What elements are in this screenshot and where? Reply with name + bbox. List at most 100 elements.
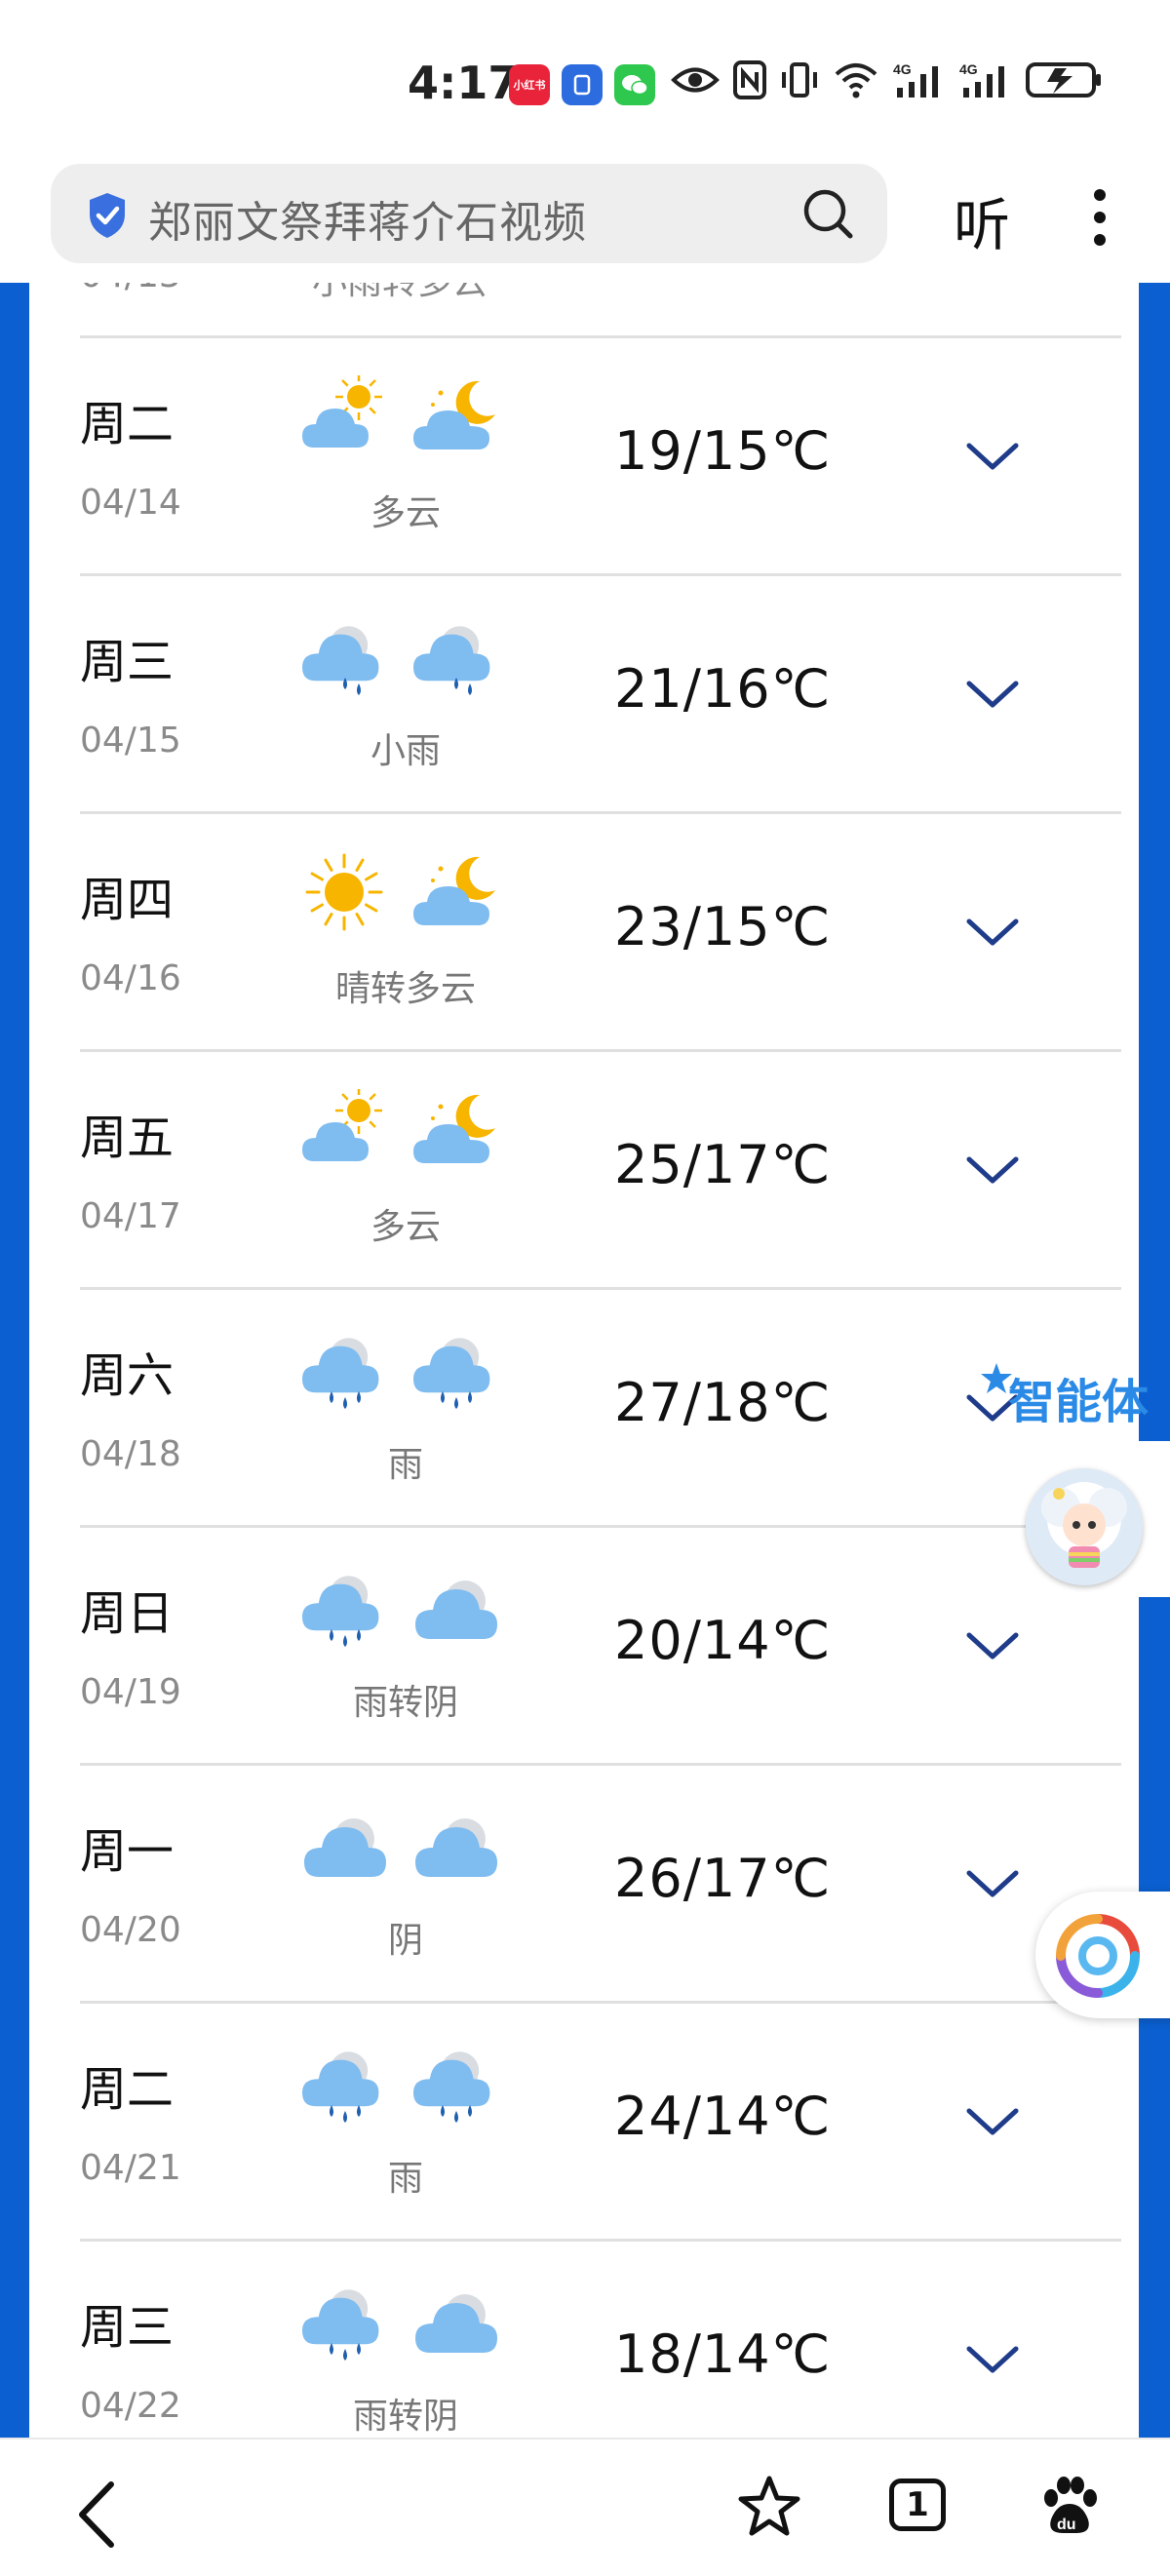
baidu-paw-icon[interactable]: du: [1037, 2475, 1102, 2539]
forecast-weekday: 周二: [80, 397, 175, 451]
forecast-date: 04/21: [80, 2148, 181, 2188]
forecast-condition: 雨: [387, 1445, 423, 1485]
forecast-icons: [300, 1803, 505, 1893]
partly-cloudy-day-icon: [300, 1087, 394, 1179]
chevron-down-icon[interactable]: [965, 678, 1020, 711]
forecast-temperature: 26/17℃: [614, 1848, 832, 1909]
forecast-icons: [300, 2041, 505, 2130]
eye-icon: [671, 67, 720, 93]
forecast-row[interactable]: 周日 04/19 雨转阴 20/14℃: [80, 1525, 1121, 1764]
chevron-down-icon[interactable]: [965, 440, 1020, 473]
partly-cloudy-night-icon: [411, 375, 505, 465]
forecast-weekday: 周五: [80, 1111, 175, 1165]
forecast-row[interactable]: 周一 04/20 阴 26/17℃: [80, 1763, 1121, 2002]
page-frame-left: [0, 283, 29, 2438]
svg-text:du: du: [1057, 2517, 1076, 2533]
agent-avatar[interactable]: [1026, 1468, 1143, 1585]
forecast-temperature: 25/17℃: [614, 1134, 832, 1195]
rain-icon: [300, 2279, 394, 2368]
partly-cloudy-night-icon: [411, 851, 505, 941]
forecast-date: 04/14: [80, 483, 181, 523]
forecast-icons: [300, 1327, 505, 1417]
search-query-text[interactable]: 郑丽文祭拜蒋介石视频: [148, 187, 587, 250]
svg-text:4G: 4G: [893, 61, 912, 77]
baidu-ai-float-button[interactable]: [1035, 1892, 1170, 2018]
rain-icon: [300, 1565, 394, 1655]
back-icon[interactable]: [74, 2480, 119, 2549]
wifi-icon: [835, 63, 878, 98]
cloud-character-icon: [1041, 1482, 1127, 1568]
forecast-temperature: 20/14℃: [614, 1610, 832, 1671]
forecast-row[interactable]: 周三 04/15 小雨 21/16℃: [80, 573, 1121, 812]
forecast-temperature: 24/14℃: [614, 2086, 832, 2147]
notification-app-badges: 小红书: [509, 64, 655, 105]
forecast-condition: 多云: [370, 493, 441, 533]
forecast-icons: [300, 1087, 505, 1179]
forecast-row[interactable]: 周二 04/14 多云 19/15℃: [80, 335, 1121, 574]
forecast-icons: [300, 2279, 505, 2368]
vibrate-icon: [782, 62, 817, 98]
forecast-weekday: 周三: [80, 2300, 175, 2355]
forecast-weekday: 周二: [80, 2062, 175, 2117]
forecast-condition: 雨转阴: [352, 1683, 458, 1723]
forecast-icons: [300, 373, 505, 465]
chevron-down-icon[interactable]: [965, 916, 1020, 949]
overcast-icon: [411, 2279, 505, 2368]
rain-icon: [411, 1327, 505, 1417]
security-app-icon: [562, 64, 603, 105]
search-bar[interactable]: 郑丽文祭拜蒋介石视频: [51, 164, 887, 263]
forecast-temperature: 23/15℃: [614, 896, 832, 957]
chevron-down-icon[interactable]: [965, 1153, 1020, 1187]
forecast-temperature: 21/16℃: [614, 658, 832, 720]
forecast-weekday: 周三: [80, 635, 175, 689]
overcast-icon: [300, 1803, 394, 1893]
status-bar: 4:17 小红书 4G 4G: [0, 0, 1170, 166]
chevron-down-icon[interactable]: [965, 2343, 1020, 2376]
chevron-down-icon[interactable]: [965, 2105, 1020, 2138]
page-frame-right: [1139, 283, 1170, 2438]
forecast-condition: 雨转阴: [352, 2397, 458, 2437]
overcast-icon: [411, 1565, 505, 1655]
bookmark-star-icon[interactable]: [737, 2475, 801, 2539]
partly-cloudy-night-icon: [411, 1089, 505, 1179]
forecast-condition: 小雨: [370, 731, 441, 771]
shield-check-icon: [90, 193, 125, 238]
light-rain-icon: [411, 613, 505, 703]
forecast-date: 04/20: [80, 1910, 181, 1950]
listen-button[interactable]: 听: [954, 179, 1010, 261]
forecast-row[interactable]: 周二 04/21 雨 24/14℃: [80, 2001, 1121, 2240]
wechat-icon: [614, 64, 655, 105]
forecast-condition: 晴转多云: [334, 969, 476, 1009]
forecast-icons: [300, 851, 505, 941]
forecast-condition: 多云: [370, 1207, 441, 1247]
forecast-list[interactable]: 04/13 小雨转多云 周二 04/14 多云 19/15℃ 周三 04/15 …: [29, 283, 1139, 2438]
forecast-condition: 阴: [387, 1921, 423, 1961]
chevron-down-icon[interactable]: [965, 1867, 1020, 1900]
svg-text:4G: 4G: [959, 61, 978, 77]
previous-row-condition: 小雨转多云: [312, 283, 488, 304]
forecast-temperature: 19/15℃: [614, 420, 832, 482]
forecast-condition: 雨: [387, 2159, 423, 2199]
rain-icon: [300, 1327, 394, 1417]
forecast-row[interactable]: 周五 04/17 多云 25/17℃: [80, 1049, 1121, 1288]
more-options-icon[interactable]: [1082, 185, 1117, 250]
chevron-down-icon[interactable]: [965, 1629, 1020, 1662]
forecast-row[interactable]: 周六 04/18 雨 27/18℃: [80, 1287, 1121, 1526]
tabs-count-button[interactable]: 1: [889, 2478, 946, 2531]
forecast-weekday: 周四: [80, 873, 175, 927]
signal-4g-icon: 4G: [893, 61, 938, 98]
nfc-icon: [733, 60, 766, 99]
forecast-temperature: 27/18℃: [614, 1372, 832, 1433]
forecast-weekday: 周六: [80, 1348, 175, 1403]
light-rain-icon: [300, 613, 394, 703]
bottom-navigation-bar: 1 du: [0, 2438, 1170, 2576]
forecast-row[interactable]: 周三 04/22 雨转阴 18/14℃: [80, 2239, 1121, 2438]
search-icon[interactable]: [801, 187, 854, 240]
forecast-date: 04/19: [80, 1672, 181, 1712]
status-time: 4:17: [408, 57, 520, 109]
agent-label[interactable]: 智能体: [1008, 1363, 1149, 1431]
partly-cloudy-day-icon: [300, 373, 394, 465]
forecast-weekday: 周一: [80, 1824, 175, 1879]
forecast-row[interactable]: 周四 04/16 晴转多云 23/15℃: [80, 811, 1121, 1050]
forecast-icons: [300, 613, 505, 703]
